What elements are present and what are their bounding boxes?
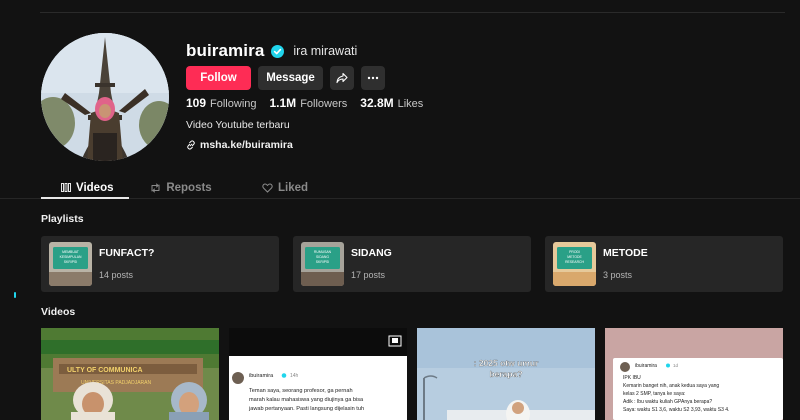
post-text-line: Kemarin banget nih, anak kedua saya yang: [623, 383, 719, 389]
playlist-post-count: 17 posts: [351, 270, 386, 280]
post-text-line: IPK IBU: [623, 375, 641, 381]
playlist-thumb-text-line: METODE: [567, 255, 582, 259]
profile-link-text: msha.ke/buiramira: [200, 139, 293, 151]
repost-icon: [151, 183, 160, 192]
tab-liked[interactable]: Liked: [233, 177, 337, 198]
playlist-card-funfact[interactable]: MEMBUAT KESIMPULAN SKRIPSI FUNFACT? 14 p…: [41, 236, 279, 292]
link-icon: [187, 140, 195, 150]
username-row: buiramira ira mirawati: [186, 40, 357, 62]
verified-badge-icon: [271, 44, 285, 58]
post-author: ibuiramira: [249, 373, 274, 379]
profile-actions: Follow Message: [186, 66, 385, 90]
profile-tabs: Videos Reposts Liked: [41, 177, 337, 198]
liked-icon: [262, 182, 273, 193]
follow-button[interactable]: Follow: [186, 66, 251, 90]
playlist-thumb-text-line: KESIMPULAN: [60, 255, 82, 259]
playlist-card-sidang[interactable]: RUMUSAN SIDANG SKRIPSI SIDANG 17 posts: [293, 236, 531, 292]
post-time: 1d: [673, 363, 679, 368]
share-arrow-icon: [336, 72, 348, 84]
playlists-heading: Playlists: [41, 213, 84, 225]
post-text-line: kelas 2 SMP, tanya ke saya:: [623, 391, 685, 397]
playlist-card-metode[interactable]: PRODI METODE RESEARCH METODE 3 posts: [545, 236, 783, 292]
avatar-photo: [41, 33, 169, 161]
video-thumbnail[interactable]: ibuiramira 14h Teman saya, seorang profe…: [229, 328, 407, 420]
more-button[interactable]: [361, 66, 385, 90]
tab-reposts-label: Reposts: [166, 181, 212, 194]
avatar[interactable]: [41, 33, 169, 161]
playlist-name: SIDANG: [351, 247, 392, 259]
playlist-thumb-text-line: SKRIPSI: [64, 260, 77, 264]
post-text-line: jawab pertanyaan. Pasti langsung dijelas…: [248, 406, 364, 412]
stat-likes: 32.8M Likes: [360, 96, 424, 110]
post-author: ibuiramira: [635, 363, 657, 369]
share-button[interactable]: [330, 66, 354, 90]
playlist-post-count: 14 posts: [99, 270, 134, 280]
video-caption-line: ULTY OF COMMUNICA: [67, 367, 143, 374]
post-text-line: Saya: waktu S1 3,6, waktu S2 3,93, waktu…: [623, 407, 729, 413]
video-thumbnail[interactable]: ibuiramira 1d IPK IBU Kemarin banget nih…: [605, 328, 783, 420]
post-text-line: marah kalau mahasiswa yang diujinya ga b…: [249, 397, 364, 403]
tab-liked-label: Liked: [277, 181, 309, 194]
playlist-thumbnail: PRODI METODE RESEARCH: [553, 242, 596, 286]
username: buiramira: [186, 41, 265, 60]
playlist-name: FUNFACT?: [99, 247, 155, 259]
playlist-name: METODE: [603, 247, 648, 259]
post-text-line: Adik : Ibu waktu kuliah GPAnya berapa?: [623, 399, 712, 405]
playlist-thumb-text-line: RUMUSAN: [314, 250, 332, 254]
playlist-post-count: 3 posts: [603, 270, 633, 280]
playlist-thumb-text-line: RESEARCH: [565, 260, 584, 264]
scroll-indicator[interactable]: [14, 292, 16, 298]
post-time: 14h: [290, 373, 299, 379]
tab-videos[interactable]: Videos: [41, 177, 129, 198]
stat-following[interactable]: 109 Following: [186, 96, 257, 110]
tab-videos-label: Videos: [76, 181, 114, 194]
grid-icon: [61, 183, 71, 192]
tab-reposts[interactable]: Reposts: [129, 177, 233, 198]
more-dots-icon: [367, 76, 379, 80]
video-thumbnail[interactable]: : 2025 otw umur berapa?: [417, 328, 595, 420]
stat-followers[interactable]: 1.1M Followers: [270, 96, 348, 110]
message-button[interactable]: Message: [258, 66, 323, 90]
profile-bio: Video Youtube terbaru: [186, 119, 290, 131]
playlist-thumb-text-line: PRODI: [569, 250, 580, 254]
playlist-thumbnail: RUMUSAN SIDANG SKRIPSI: [301, 242, 344, 286]
playlist-thumbnail: MEMBUAT KESIMPULAN SKRIPSI: [49, 242, 92, 286]
post-text-line: Teman saya, seorang profesor, ga pernah: [249, 388, 353, 394]
video-overlay-text: : 2025 otw umur: [474, 358, 539, 368]
profile-link[interactable]: msha.ke/buiramira: [186, 139, 293, 151]
video-overlay-text: berapa?: [489, 369, 522, 379]
playlist-thumb-text-line: MEMBUAT: [62, 250, 79, 254]
display-name: ira mirawati: [293, 44, 358, 58]
active-tab-indicator: [41, 197, 129, 199]
top-divider: [40, 12, 785, 13]
videos-heading: Videos: [41, 306, 76, 318]
playlist-thumb-text-line: SKRIPSI: [316, 260, 329, 264]
playlist-thumb-text-line: SIDANG: [316, 255, 329, 259]
profile-stats: 109 Following 1.1M Followers 32.8M Likes: [186, 96, 423, 110]
video-thumbnail[interactable]: ULTY OF COMMUNICA UNIVERSITAS PADJADJARA…: [41, 328, 219, 420]
